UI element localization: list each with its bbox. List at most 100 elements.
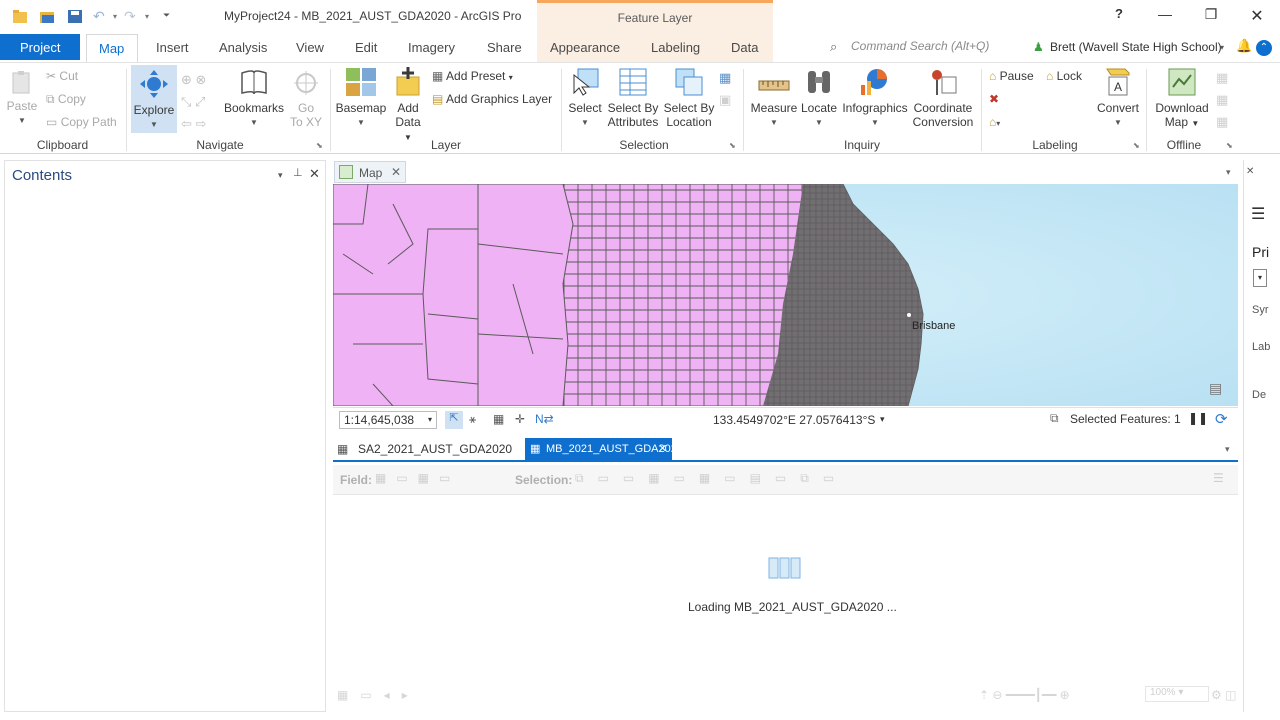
right-pane-close-icon[interactable]: ✕ <box>1246 166 1254 177</box>
refresh-icon[interactable]: ⟳ <box>1215 410 1228 428</box>
selection-launcher-icon[interactable]: ⬊ <box>729 141 736 150</box>
close-window-button[interactable]: ✕ <box>1247 6 1267 26</box>
new-project-icon[interactable] <box>12 9 28 24</box>
graphics-layer-icon: ▤ <box>432 92 444 106</box>
coordinates-dropdown-icon[interactable]: ▾ <box>880 414 885 425</box>
add-graphics-layer-button[interactable]: ▤ Add Graphics Layer <box>432 92 552 106</box>
infographics-button[interactable]: Infographics ▼ <box>840 67 910 130</box>
select-label: Select <box>568 101 602 115</box>
snapping-icon[interactable]: ⚹ <box>469 412 476 427</box>
group-label-clipboard: Clipboard <box>36 138 89 152</box>
download-map-button[interactable]: Download Map ▼ <box>1150 67 1214 131</box>
pane-options-icon[interactable]: ▾ <box>278 170 283 181</box>
pin-icon[interactable]: ⊥ <box>293 166 303 179</box>
loading-icon <box>768 557 801 579</box>
open-project-icon[interactable] <box>39 9 55 24</box>
table-zoom-controls[interactable]: ⇡ ⊖ ━━━━┃━━ ⊕ <box>979 688 1070 702</box>
selection-label: Selection: <box>515 473 573 487</box>
minimize-button[interactable]: — <box>1155 6 1175 22</box>
constraints-icon[interactable]: ✛ <box>515 412 525 426</box>
redo-icon[interactable]: ↷ <box>124 8 136 25</box>
tab-project[interactable]: Project <box>0 34 80 60</box>
pause-drawing-icon[interactable]: ❚❚ <box>1188 411 1208 425</box>
coordinate-conversion-button[interactable]: Coordinate Conversion <box>910 67 976 129</box>
select-button[interactable]: Select ▼ <box>565 67 605 130</box>
paste-icon <box>12 71 30 94</box>
user-account[interactable]: Brett (Wavell State High School) <box>1050 40 1222 54</box>
cut-button[interactable]: ✂ Cut <box>46 69 78 83</box>
command-search-input[interactable]: Command Search (Alt+Q) <box>851 39 1041 57</box>
table-menu-icon[interactable]: ☰ <box>1213 471 1224 485</box>
tab-view[interactable]: View <box>296 40 324 55</box>
fixed-zoom-icon[interactable]: ⇱ <box>445 411 463 429</box>
add-data-button[interactable]: Add Data ▼ <box>390 67 426 145</box>
offline-launcher-icon[interactable]: ⬊ <box>1226 141 1233 150</box>
copy-path-button[interactable]: ▭ Copy Path <box>46 115 117 129</box>
selection-extra-icons[interactable]: ▦ ▣ <box>719 67 731 111</box>
locate-button[interactable]: Locate ▼ <box>800 67 838 130</box>
tab-mb-table[interactable]: ▦ MB_2021_AUST_GDA2020 ✕ <box>525 438 683 461</box>
labeling-launcher-icon[interactable]: ⬊ <box>1133 141 1140 150</box>
undo-dropdown-icon[interactable]: ▾ <box>113 12 117 21</box>
customize-qat-icon[interactable]: ⏷ <box>163 10 170 21</box>
tab-edit[interactable]: Edit <box>355 40 377 55</box>
bookmarks-button[interactable]: Bookmarks ▼ <box>222 69 286 130</box>
measure-button[interactable]: Measure ▼ <box>748 67 800 130</box>
map-svg[interactable]: Brisbane <box>333 184 1238 406</box>
paste-button[interactable]: Paste ▼ <box>6 69 38 128</box>
notification-icon[interactable]: 🔔 <box>1236 38 1252 54</box>
tab-imagery[interactable]: Imagery <box>408 40 455 55</box>
scale-selector[interactable]: 1:14,645,038 ▾ <box>339 411 437 429</box>
undo-icon[interactable]: ↶ <box>93 8 105 25</box>
right-pane-dropdown[interactable]: ▾ <box>1253 269 1267 287</box>
table-tabs-dropdown-icon[interactable]: ▾ <box>1225 444 1230 455</box>
tab-labeling[interactable]: Labeling <box>651 40 700 55</box>
tab-map[interactable]: Map <box>86 34 138 62</box>
cut-label: Cut <box>59 69 79 83</box>
tab-share[interactable]: Share <box>487 40 522 55</box>
unplaced-labels-icon[interactable]: ✖ <box>989 92 999 106</box>
navigate-launcher-icon[interactable]: ⬊ <box>316 141 323 150</box>
tab-insert[interactable]: Insert <box>156 40 189 55</box>
table-zoom-select[interactable]: 100% ▾ <box>1145 686 1209 702</box>
tab-analysis[interactable]: Analysis <box>219 40 267 55</box>
go-to-xy-button[interactable]: Go To XY <box>288 69 324 129</box>
add-preset-button[interactable]: ▦ Add Preset ▾ <box>432 69 513 83</box>
help-button[interactable]: ? <box>1109 6 1129 21</box>
close-pane-icon[interactable]: ✕ <box>309 166 320 182</box>
pause-labels-button[interactable]: ⌂ Pause <box>989 69 1034 83</box>
table-view-icons[interactable]: ▦▭◂▸ <box>337 688 420 702</box>
collapse-ribbon-icon[interactable]: ⌃ <box>1256 40 1272 56</box>
map-tabs-dropdown-icon[interactable]: ▾ <box>1226 167 1231 178</box>
save-icon[interactable] <box>67 9 83 24</box>
selection-tools-icons[interactable]: ⧉▭▭▦▭▦▭▤▭⧉▭ <box>575 471 848 486</box>
north-arrow-icon[interactable]: N⇄ <box>535 412 554 426</box>
select-by-location-button[interactable]: Select By Location <box>662 67 716 129</box>
redo-dropdown-icon[interactable]: ▾ <box>145 12 149 21</box>
explore-button[interactable]: Explore ▼ <box>131 65 177 133</box>
offline-extra-icons[interactable]: ▦ ▦ ▦ <box>1216 67 1228 133</box>
label-priority-icon[interactable]: ⌂▾ <box>989 115 1000 129</box>
user-dropdown-icon[interactable]: ▾ <box>1220 43 1224 52</box>
tab-appearance[interactable]: Appearance <box>550 40 620 55</box>
restore-button[interactable]: ❐ <box>1201 6 1221 23</box>
tab-sa2-table[interactable]: SA2_2021_AUST_GDA2020 <box>358 442 512 456</box>
field-tools-icons[interactable]: ▦▭▦▭ <box>375 471 460 485</box>
map-canvas[interactable]: Brisbane ▤ <box>333 184 1238 406</box>
copy-button[interactable]: ⧉ Copy <box>46 92 86 107</box>
lock-labels-button[interactable]: ⌂ Lock <box>1046 69 1082 83</box>
close-map-tab-icon[interactable]: ✕ <box>391 165 401 179</box>
select-by-attributes-button[interactable]: Select By Attributes <box>606 67 660 129</box>
tab-data[interactable]: Data <box>731 40 758 55</box>
right-pane-menu-icon[interactable]: ☰ <box>1251 204 1265 224</box>
close-table-tab-icon[interactable]: ✕ <box>658 442 667 455</box>
map-view-tab[interactable]: Map ✕ <box>334 161 406 183</box>
add-preset-icon: ▦ <box>432 69 444 83</box>
map-overview-icon[interactable]: ▤ <box>1209 380 1222 397</box>
convert-labels-button[interactable]: A Convert ▼ <box>1096 67 1140 130</box>
zoom-extent-icons[interactable]: ⊕ ⊗ ⤡ ⤢ ⇦ ⇨ <box>181 69 206 135</box>
grid-icon[interactable]: ▦ <box>493 412 504 426</box>
selected-features-count[interactable]: Selected Features: 1 <box>1070 412 1181 426</box>
basemap-button[interactable]: Basemap ▼ <box>334 67 388 130</box>
table-settings-icons[interactable]: ⚙ ◫ <box>1211 688 1236 702</box>
